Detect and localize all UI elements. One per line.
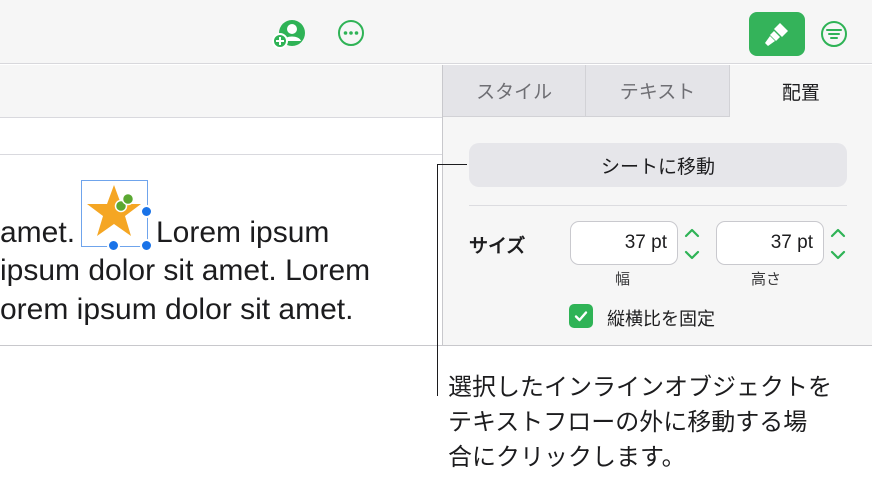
- format-tabs: スタイル テキスト 配置: [443, 65, 872, 117]
- resize-handle[interactable]: [140, 239, 153, 252]
- callout-line: 選択したインラインオブジェクトを: [448, 374, 832, 401]
- size-label: サイズ: [469, 236, 526, 257]
- document-header-band: [0, 65, 442, 117]
- format-button[interactable]: [749, 12, 805, 56]
- move-to-sheet-button[interactable]: シートに移動: [469, 143, 847, 187]
- view-options-icon[interactable]: [820, 20, 848, 48]
- callout-leader-line: [437, 164, 467, 165]
- resize-handle[interactable]: [140, 205, 153, 218]
- height-field[interactable]: 37 pt: [716, 221, 824, 265]
- callout-line: テキストフローの外に移動する場: [448, 409, 808, 436]
- format-brush-icon: [765, 23, 788, 46]
- document-divider: [0, 154, 442, 155]
- checkmark-icon: [574, 311, 588, 322]
- chevron-up-down-icon: [684, 228, 700, 260]
- body-text-line[interactable]: orem ipsum dolor sit amet.: [0, 292, 353, 328]
- body-text-line[interactable]: Lorem ipsum: [156, 215, 329, 251]
- callout-text: 選択したインラインオブジェクトを テキストフローの外に移動する場 合にクリックし…: [448, 370, 848, 475]
- inline-object-selection[interactable]: [81, 180, 153, 252]
- format-sidebar: スタイル テキスト 配置 シートに移動 サイズ 37 pt 37 pt 幅 高さ: [443, 65, 872, 345]
- star-shape-icon: [87, 185, 141, 236]
- callout-line: 合にクリックします。: [448, 444, 686, 471]
- toolbar: [0, 0, 872, 64]
- tab-text[interactable]: テキスト: [586, 65, 730, 117]
- more-icon[interactable]: [337, 19, 365, 47]
- section-divider: [469, 205, 847, 206]
- add-collaborator-icon[interactable]: [272, 18, 306, 50]
- constrain-proportions-label[interactable]: 縦横比を固定: [607, 305, 715, 331]
- width-stepper[interactable]: [681, 223, 703, 265]
- chevron-up-down-icon: [830, 228, 846, 260]
- height-stepper[interactable]: [827, 223, 849, 265]
- tab-style[interactable]: スタイル: [443, 65, 587, 117]
- resize-handle[interactable]: [107, 239, 120, 252]
- height-caption: 高さ: [751, 271, 782, 288]
- tab-arrange[interactable]: 配置: [729, 65, 872, 117]
- width-caption: 幅: [615, 271, 631, 288]
- app-window: amet. Lorem ipsum ipsum dolor sit amet. …: [0, 0, 872, 346]
- document-divider: [0, 117, 442, 118]
- constrain-proportions-checkbox[interactable]: [569, 304, 593, 328]
- width-field[interactable]: 37 pt: [570, 221, 678, 265]
- callout-leader-line: [437, 164, 438, 396]
- document-canvas[interactable]: amet. Lorem ipsum ipsum dolor sit amet. …: [0, 65, 442, 345]
- body-text-line[interactable]: amet.: [0, 215, 75, 251]
- body-text-line[interactable]: ipsum dolor sit amet. Lorem: [0, 253, 370, 289]
